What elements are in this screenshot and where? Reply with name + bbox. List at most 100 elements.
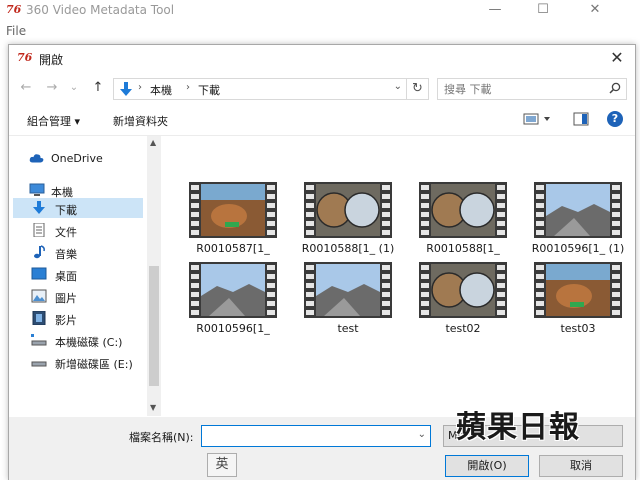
sidebar-item-label: OneDrive [51,152,103,165]
sidebar-item-label: 影片 [55,314,77,327]
scroll-down-icon[interactable]: ▼ [150,403,156,412]
file-name: test03 [560,322,596,335]
sidebar-item-this-pc[interactable]: 本機 [13,180,143,200]
scrollbar-thumb[interactable] [149,266,159,386]
video-thumbnail-icon [304,262,392,318]
file-name: R0010588[1_ (1) [301,242,395,255]
sidebar-scrollbar[interactable]: ▲ ▼ [147,136,161,416]
drive-icon [31,334,47,346]
sidebar-item-music[interactable]: 音樂 [13,242,143,262]
chevron-down-icon[interactable]: ⌄ [418,429,426,440]
up-button[interactable]: ↑ [89,79,107,97]
scroll-up-icon[interactable]: ▲ [150,138,156,147]
filename-label: 檔案名稱(N): [129,431,194,444]
breadcrumb-separator: › [138,82,142,93]
file-item[interactable]: R0010596[1_ (1) [518,182,628,258]
file-item[interactable]: R0010596[1_ [173,262,283,338]
video-thumbnail-icon [534,182,622,238]
preview-pane-icon[interactable] [573,111,589,127]
video-thumbnail-icon [419,182,507,238]
sidebar-item-label: 下載 [55,204,77,217]
file-item[interactable]: R0010588[1_ [403,182,513,258]
file-name: R0010588[1_ [426,242,500,255]
refresh-button[interactable]: ↻ [407,78,429,100]
breadcrumb-this-pc[interactable]: 本機 [150,82,172,98]
document-icon [33,223,45,237]
file-item[interactable]: test [288,262,398,338]
dialog-close-button[interactable]: ✕ [605,47,629,69]
drive-icon [31,361,47,367]
command-toolbar: 組合管理 ▾ 新增資料夾 ? [9,107,635,133]
computer-icon [29,183,45,196]
open-button[interactable]: 開啟(O) [445,455,529,477]
search-input[interactable] [444,81,594,97]
app-close-button[interactable]: ✕ [578,0,612,22]
video-thumbnail-icon [189,262,277,318]
pictures-icon [31,289,47,303]
app-titlebar: 76 360 Video Metadata Tool — ☐ ✕ [0,0,640,22]
video-thumbnail-icon [419,262,507,318]
content-area: OneDrive 本機 下載 文件 音樂 桌面 圖片 影片 本機磁碟 (C:) … [9,135,637,416]
watermark: 蘋果日報 [456,410,580,445]
sidebar-item-label: 桌面 [55,270,77,283]
minimize-button[interactable]: — [478,0,512,22]
search-box [437,78,627,100]
download-icon [33,201,45,214]
filename-combobox: ⌄ [201,425,431,447]
desktop-icon [31,267,47,280]
cancel-button[interactable]: 取消 [539,455,623,477]
navigation-pane: OneDrive 本機 下載 文件 音樂 桌面 圖片 影片 本機磁碟 (C:) … [9,136,147,416]
file-item[interactable]: R0010587[1_ [173,182,283,258]
forward-button[interactable]: → [43,79,61,97]
recent-locations-button[interactable]: ⌄ [65,79,83,97]
file-name: test02 [445,322,481,335]
help-icon[interactable]: ? [607,111,623,127]
breadcrumb-downloads[interactable]: 下載 [198,82,220,98]
app-logo-icon: 76 [6,3,22,16]
file-name: R0010596[1_ [196,322,270,335]
view-options-icon[interactable] [523,111,553,127]
sidebar-item-desktop[interactable]: 桌面 [13,264,143,284]
file-name: R0010596[1_ (1) [531,242,625,255]
video-thumbnail-icon [189,182,277,238]
sidebar-item-downloads[interactable]: 下載 [13,198,143,218]
filename-input[interactable] [206,428,406,444]
sidebar-item-label: 本機磁碟 (C:) [55,336,123,349]
app-menubar: File [0,24,26,40]
video-thumbnail-icon [534,262,622,318]
sidebar-item-pictures[interactable]: 圖片 [13,286,143,306]
ime-mode-indicator[interactable]: 英 [207,453,237,477]
video-thumbnail-icon [304,182,392,238]
cloud-icon [29,154,44,163]
dialog-title: 開啟 [39,53,64,67]
file-name: R0010587[1_ [196,242,270,255]
sidebar-item-label: 新增磁碟區 (E:) [55,358,133,371]
organize-button[interactable]: 組合管理 ▾ [27,113,80,129]
breadcrumb-separator: › [186,82,190,93]
sidebar-item-onedrive[interactable]: OneDrive [13,148,143,168]
sidebar-item-drive-e[interactable]: 新增磁碟區 (E:) [13,352,143,372]
file-item[interactable]: test02 [403,262,513,338]
sidebar-item-documents[interactable]: 文件 [13,220,143,240]
address-dropdown-icon[interactable]: ⌄ [394,81,402,92]
maximize-button[interactable]: ☐ [526,0,560,22]
file-item[interactable]: test03 [518,262,628,338]
sidebar-item-label: 文件 [55,226,77,239]
dialog-titlebar: 76 開啟 ✕ [9,45,635,73]
back-button[interactable]: ← [17,79,35,97]
new-folder-button[interactable]: 新增資料夾 [113,113,168,129]
videos-icon [32,311,46,325]
sidebar-item-label: 圖片 [55,292,77,305]
music-icon [34,245,45,259]
menu-file[interactable]: File [6,24,26,38]
file-item[interactable]: R0010588[1_ (1) [288,182,398,258]
download-folder-icon [120,82,132,96]
sidebar-item-label: 音樂 [55,248,77,261]
sidebar-item-videos[interactable]: 影片 [13,308,143,328]
navigation-bar: ← → ⌄ ↑ › 本機 › 下載 ⌄ ↻ [9,75,635,103]
sidebar-item-drive-c[interactable]: 本機磁碟 (C:) [13,330,143,350]
search-icon[interactable] [609,82,621,94]
file-list: R0010587[1_ R0010588[1_ (1) R0010588[1_ R00… [163,136,637,416]
file-name: test [337,322,359,335]
address-bar[interactable]: › 本機 › 下載 ⌄ [113,78,407,100]
